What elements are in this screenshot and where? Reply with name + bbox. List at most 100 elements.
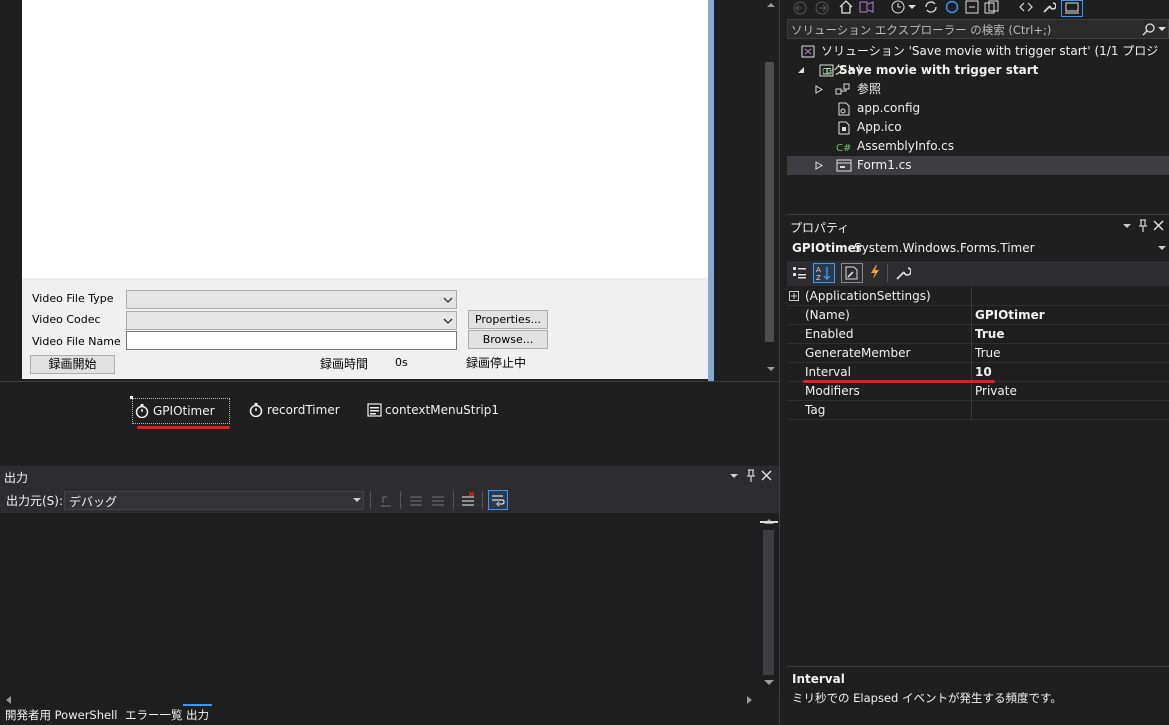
recording-time-label: 録画時間 xyxy=(320,357,369,371)
property-row-modifiers[interactable]: Modifiers Private xyxy=(787,382,1169,401)
collapsed-arrow-icon[interactable] xyxy=(815,85,823,94)
pin-icon[interactable] xyxy=(1137,219,1149,233)
csharp-file-icon: C# xyxy=(835,140,853,153)
property-name: Enabled xyxy=(805,327,854,341)
property-pages-wrench-icon[interactable] xyxy=(895,265,911,281)
home-icon[interactable] xyxy=(838,0,854,14)
preview-selected-toggle[interactable] xyxy=(1061,0,1083,17)
tab-output[interactable]: 出力 xyxy=(183,704,212,724)
tree-item-app-config[interactable]: app.config xyxy=(787,99,1169,118)
expanded-arrow-icon[interactable] xyxy=(797,66,805,74)
close-icon[interactable] xyxy=(761,470,772,481)
properties-object-selector[interactable]: GPIOtimer System.Windows.Forms.Timer xyxy=(787,237,1169,259)
property-name: (Name) xyxy=(805,308,850,322)
scroll-down-icon[interactable] xyxy=(766,366,776,374)
tree-item-references[interactable]: 参照 xyxy=(787,80,1169,99)
vs-switch-views-icon[interactable] xyxy=(858,0,874,14)
csharp-project-icon: C# xyxy=(819,64,834,77)
alphabetical-toggle[interactable]: AZ xyxy=(813,263,835,283)
properties-button[interactable]: Properties... xyxy=(468,310,548,329)
close-icon[interactable] xyxy=(1153,220,1164,231)
property-grid: (ApplicationSettings) (Name) GPIOtimer E… xyxy=(787,287,1169,422)
scroll-left-icon[interactable] xyxy=(4,695,12,705)
property-row-applicationsettings[interactable]: (ApplicationSettings) xyxy=(787,287,1169,306)
tray-item-gpiotimer[interactable]: GPIOtimer xyxy=(132,398,230,424)
solution-explorer-search-box[interactable]: ソリューション エクスプローラー の検索 (Ctrl+;) xyxy=(787,19,1169,39)
property-description-pane: Interval ミリ秒での Elapsed イベントが発生する頻度です。 xyxy=(787,666,1169,725)
scroll-up-icon[interactable] xyxy=(766,0,776,8)
properties-wrench-icon[interactable] xyxy=(1042,0,1056,14)
property-row-name[interactable]: (Name) GPIOtimer xyxy=(787,306,1169,325)
chevron-down-icon[interactable] xyxy=(908,5,916,11)
svg-text:C#: C# xyxy=(822,67,834,76)
start-recording-button[interactable]: 録画開始 xyxy=(30,355,115,374)
output-text-area[interactable] xyxy=(0,513,760,693)
refresh-icon[interactable] xyxy=(945,0,959,14)
references-icon xyxy=(835,83,851,96)
form-client-area[interactable] xyxy=(22,0,708,278)
output-scroll-thumb[interactable] xyxy=(763,530,774,675)
designer-margin xyxy=(15,0,22,381)
pin-icon[interactable] xyxy=(745,469,757,483)
window-menu-icon[interactable] xyxy=(1122,221,1132,231)
tree-item-label: App.ico xyxy=(857,120,902,134)
property-row-enabled[interactable]: Enabled True xyxy=(787,325,1169,344)
video-file-name-textbox[interactable] xyxy=(126,331,457,350)
properties-title-bar: プロパティ xyxy=(787,214,1169,237)
output-source-dropdown[interactable]: デバッグ xyxy=(64,491,364,510)
tree-item-app-ico[interactable]: App.ico xyxy=(787,118,1169,137)
property-value[interactable]: True xyxy=(975,325,1165,344)
previous-message-icon[interactable] xyxy=(408,493,424,509)
sync-icon[interactable] xyxy=(923,0,939,14)
view-code-icon[interactable] xyxy=(1019,0,1033,14)
clear-all-icon[interactable] xyxy=(460,492,476,508)
categorized-icon[interactable] xyxy=(792,265,808,281)
expand-plus-icon[interactable] xyxy=(789,291,799,301)
properties-view-toggle[interactable] xyxy=(841,263,863,283)
next-message-icon[interactable] xyxy=(430,493,446,509)
alphabetical-icon: AZ xyxy=(816,265,832,281)
panel-splitter[interactable] xyxy=(779,0,787,724)
word-wrap-toggle[interactable] xyxy=(488,490,508,510)
bottom-tab-strip: 開発者用 PowerShell エラー一覧 出力 xyxy=(0,704,779,724)
toolbar-separator xyxy=(482,491,483,509)
video-file-type-combobox[interactable] xyxy=(126,290,457,309)
back-icon[interactable] xyxy=(793,1,807,15)
pending-changes-icon[interactable] xyxy=(891,0,905,14)
collapsed-arrow-icon[interactable] xyxy=(815,161,823,170)
property-value[interactable]: 10 xyxy=(975,363,1165,382)
output-source-value: デバッグ xyxy=(69,495,118,509)
scroll-down-icon[interactable] xyxy=(763,679,775,687)
tab-error-list[interactable]: エラー一覧 xyxy=(122,706,186,724)
chevron-down-icon[interactable] xyxy=(1158,27,1166,32)
property-value[interactable]: GPIOtimer xyxy=(975,306,1165,325)
tray-item-recordtimer[interactable]: recordTimer xyxy=(247,398,340,422)
tray-item-contextmenustrip1[interactable]: contextMenuStrip1 xyxy=(365,398,499,422)
output-horizontal-scrollbar[interactable] xyxy=(0,692,760,706)
forward-icon[interactable] xyxy=(815,1,829,15)
scroll-right-icon[interactable] xyxy=(746,695,754,705)
search-icon[interactable] xyxy=(1142,23,1156,36)
tab-developer-powershell[interactable]: 開発者用 PowerShell xyxy=(2,706,120,724)
output-title: 出力 xyxy=(4,471,29,485)
video-codec-combobox[interactable] xyxy=(126,311,457,330)
show-all-files-icon[interactable] xyxy=(984,0,1000,14)
property-value[interactable] xyxy=(975,401,1165,420)
property-value[interactable]: True xyxy=(975,344,1165,363)
events-lightning-icon[interactable] xyxy=(868,264,882,280)
tree-item-solution[interactable]: ソリューション 'Save movie with trigger start' … xyxy=(787,42,1169,77)
property-row-tag[interactable]: Tag xyxy=(787,401,1169,420)
window-menu-icon[interactable] xyxy=(729,471,739,481)
chevron-down-icon xyxy=(443,295,453,305)
collapse-all-icon[interactable] xyxy=(965,0,979,14)
browse-button[interactable]: Browse... xyxy=(468,330,548,349)
grid-divider xyxy=(971,306,972,325)
find-message-icon[interactable] xyxy=(378,493,394,509)
tree-item-project[interactable]: C# Save movie with trigger start xyxy=(787,61,1169,80)
property-row-generatemember[interactable]: GenerateMember True xyxy=(787,344,1169,363)
property-value[interactable] xyxy=(975,287,1165,306)
property-value[interactable]: Private xyxy=(975,382,1165,401)
designer-scroll-thumb[interactable] xyxy=(765,62,774,342)
tree-item-form1[interactable]: Form1.cs xyxy=(787,156,1169,175)
tree-item-assemblyinfo[interactable]: C# AssemblyInfo.cs xyxy=(787,137,1169,156)
